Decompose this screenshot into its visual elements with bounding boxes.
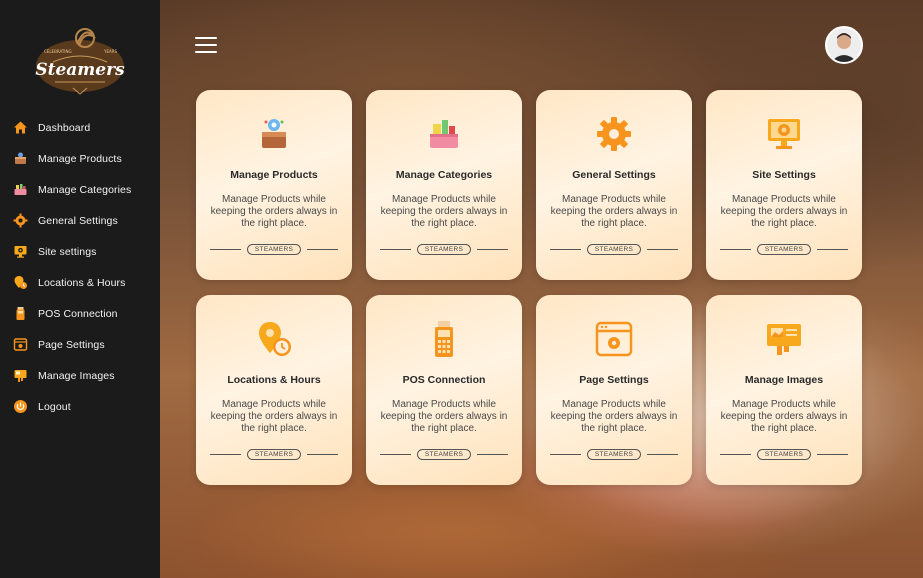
card-footer: STEAMERS	[210, 447, 338, 461]
site-monitor-icon	[764, 114, 804, 154]
sidebar-item-locations-hours[interactable]: Locations & Hours	[0, 267, 160, 298]
sidebar-item-label: Locations & Hours	[38, 276, 126, 289]
sidebar-item-label: Dashboard	[38, 121, 91, 134]
card-description: Manage Products while keeping the orders…	[380, 399, 508, 434]
card-description: Manage Products while keeping the orders…	[720, 194, 848, 229]
card-title: Manage Images	[744, 374, 824, 386]
sidebar-item-label: General Settings	[38, 214, 118, 227]
card-description: Manage Products while keeping the orders…	[210, 194, 338, 229]
card-description: Manage Products while keeping the orders…	[210, 399, 338, 434]
card-footer: STEAMERS	[380, 242, 508, 256]
sidebar-item-site-settings[interactable]: Site settings	[0, 236, 160, 267]
card-title: Site Settings	[752, 169, 816, 181]
images-icon	[13, 368, 28, 383]
sidebar-item-label: Manage Images	[38, 369, 115, 382]
sidebar-item-logout[interactable]: Logout	[0, 391, 160, 422]
card-tag: STEAMERS	[756, 448, 812, 460]
sidebar-item-manage-images[interactable]: Manage Images	[0, 360, 160, 391]
card-locations-hours[interactable]: Locations & Hours Manage Products while …	[196, 295, 352, 485]
hamburger-icon[interactable]	[195, 37, 217, 53]
page-settings-icon	[594, 319, 634, 359]
card-title: Page Settings	[579, 374, 649, 386]
card-pos-connection[interactable]: POS Connection Manage Products while kee…	[366, 295, 522, 485]
pos-terminal-icon	[424, 319, 464, 359]
card-tag: STEAMERS	[756, 243, 812, 255]
card-tag: STEAMERS	[246, 448, 302, 460]
location-clock-icon	[13, 275, 28, 290]
card-general-settings[interactable]: General Settings Manage Products while k…	[536, 90, 692, 280]
sidebar-item-label: Site settings	[38, 245, 97, 258]
card-footer: STEAMERS	[550, 242, 678, 256]
card-title: Manage Products	[230, 169, 318, 181]
card-description: Manage Products while keeping the orders…	[550, 399, 678, 434]
images-icon	[764, 319, 804, 359]
sidebar-item-label: Page Settings	[38, 338, 105, 351]
card-tag: STEAMERS	[246, 243, 302, 255]
card-page-settings[interactable]: Page Settings Manage Products while keep…	[536, 295, 692, 485]
card-tag: STEAMERS	[416, 448, 472, 460]
home-icon	[13, 120, 28, 135]
card-footer: STEAMERS	[210, 242, 338, 256]
svg-text:CELEBRATING: CELEBRATING	[44, 49, 72, 54]
gear-icon	[594, 114, 634, 154]
sidebar-item-label: Manage Products	[38, 152, 122, 165]
svg-text:YEARS: YEARS	[103, 49, 117, 54]
card-description: Manage Products while keeping the orders…	[550, 194, 678, 229]
svg-text:Steamers: Steamers	[35, 60, 125, 80]
sidebar-item-pos-connection[interactable]: POS Connection	[0, 298, 160, 329]
sidebar-item-label: Manage Categories	[38, 183, 132, 196]
card-footer: STEAMERS	[720, 447, 848, 461]
card-tag: STEAMERS	[416, 243, 472, 255]
sidebar-item-manage-products[interactable]: Manage Products	[0, 143, 160, 174]
sidebar-item-general-settings[interactable]: General Settings	[0, 205, 160, 236]
gear-icon	[13, 213, 28, 228]
card-title: General Settings	[572, 169, 656, 181]
card-manage-categories[interactable]: Manage Categories Manage Products while …	[366, 90, 522, 280]
sidebar-item-label: POS Connection	[38, 307, 118, 320]
location-clock-icon	[254, 319, 294, 359]
main-content: Manage Products Manage Products while ke…	[160, 0, 923, 578]
card-title: Locations & Hours	[227, 374, 321, 386]
card-site-settings[interactable]: Site Settings Manage Products while keep…	[706, 90, 862, 280]
sidebar-item-manage-categories[interactable]: Manage Categories	[0, 174, 160, 205]
categories-icon	[13, 182, 28, 197]
card-tag: STEAMERS	[586, 448, 642, 460]
sidebar-item-page-settings[interactable]: Page Settings	[0, 329, 160, 360]
user-avatar[interactable]	[825, 26, 863, 64]
site-monitor-icon	[13, 244, 28, 259]
product-box-icon	[254, 114, 294, 154]
product-box-icon	[13, 151, 28, 166]
sidebar-item-label: Logout	[38, 400, 71, 413]
card-description: Manage Products while keeping the orders…	[380, 194, 508, 229]
sidebar-nav: Dashboard Manage Products Manage Categor…	[0, 112, 160, 422]
background-photo	[190, 470, 710, 578]
card-tag: STEAMERS	[586, 243, 642, 255]
card-footer: STEAMERS	[550, 447, 678, 461]
card-title: Manage Categories	[395, 169, 493, 181]
page-settings-icon	[13, 337, 28, 352]
categories-icon	[424, 114, 464, 154]
card-manage-images[interactable]: Manage Images Manage Products while keep…	[706, 295, 862, 485]
card-title: POS Connection	[402, 374, 486, 386]
sidebar: CELEBRATING YEARS Steamers Dashboard Man…	[0, 0, 160, 578]
pos-terminal-icon	[13, 306, 28, 321]
card-manage-products[interactable]: Manage Products Manage Products while ke…	[196, 90, 352, 280]
card-footer: STEAMERS	[720, 242, 848, 256]
app-root: CELEBRATING YEARS Steamers Dashboard Man…	[0, 0, 923, 578]
sidebar-item-dashboard[interactable]: Dashboard	[0, 112, 160, 143]
power-icon	[13, 399, 28, 414]
card-description: Manage Products while keeping the orders…	[720, 399, 848, 434]
steamers-logo[interactable]: CELEBRATING YEARS Steamers	[33, 22, 127, 100]
card-footer: STEAMERS	[380, 447, 508, 461]
